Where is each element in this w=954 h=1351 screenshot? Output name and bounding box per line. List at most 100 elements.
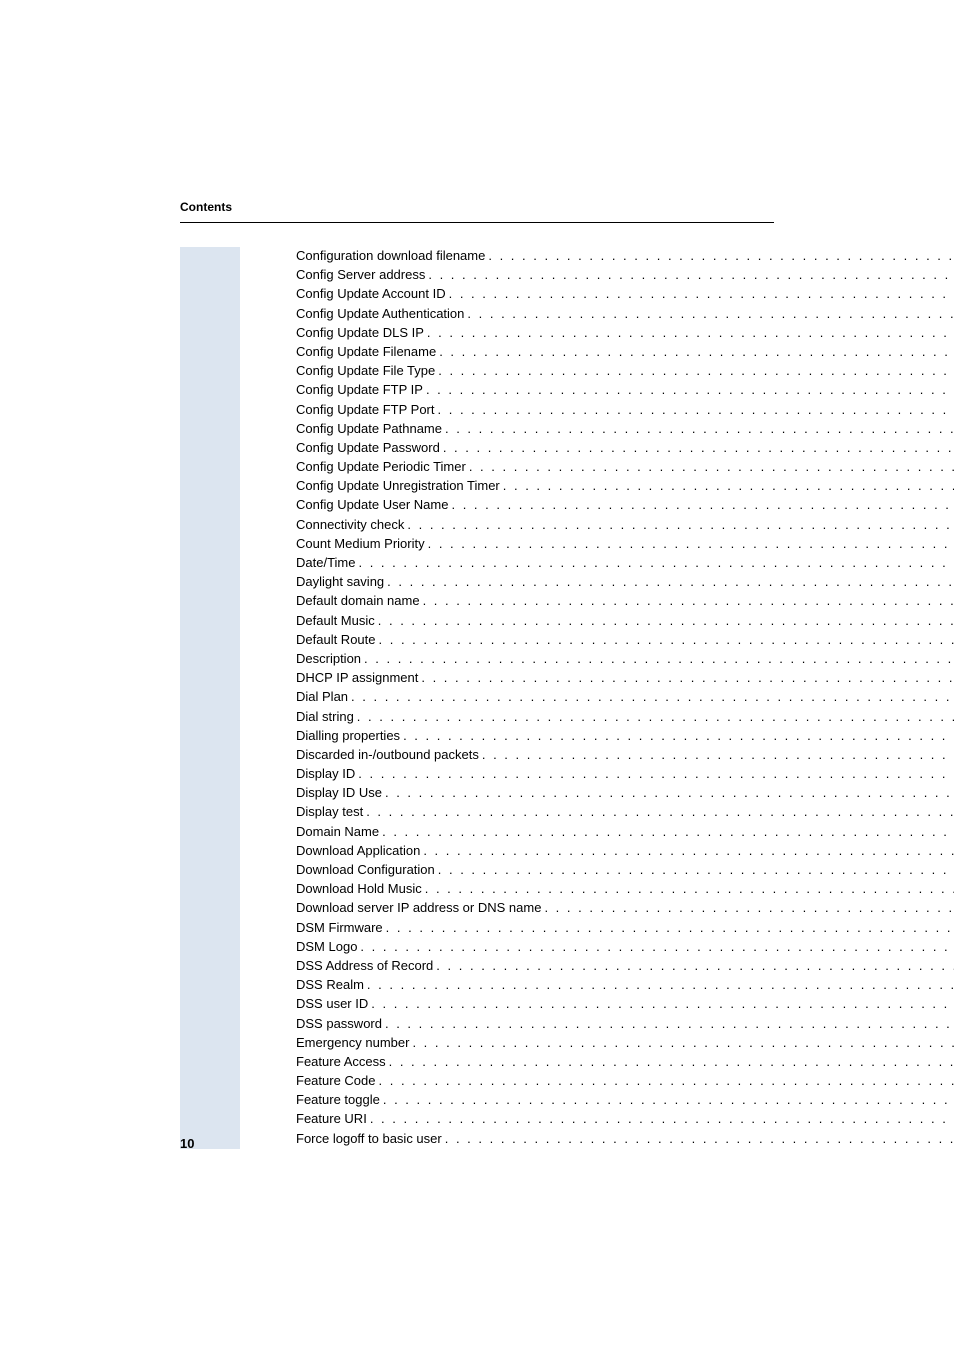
toc-entry[interactable]: Default Music174 [296,612,954,630]
toc-entry-dots [425,535,954,553]
toc-entry-title: Download Hold Music [296,880,422,898]
toc-entry-dots [436,343,954,361]
toc-entry-dots [379,823,954,841]
toc-entry[interactable]: Feature Code186 [296,1072,954,1090]
toc-entry-dots [440,439,954,457]
toc-entry-title: Count Medium Priority [296,535,425,553]
toc-entry-dots [368,995,954,1013]
toc-entry[interactable]: Config Update DLS IP171 [296,324,954,342]
toc-entry[interactable]: Default Route174 [296,631,954,649]
toc-entry[interactable]: Config Update Authentication171 [296,305,954,323]
toc-entry-dots [361,650,954,668]
toc-entry-dots [479,746,954,764]
toc-entry-title: Config Update Pathname [296,420,442,438]
header-label: Contents [180,200,774,214]
toc-entry-dots [425,266,954,284]
toc-entry-title: Download Configuration [296,861,435,879]
toc-entry-title: Description [296,650,361,668]
toc-entry[interactable]: Date/Time173 [296,554,954,572]
toc-entry[interactable]: Config Update Password172 [296,439,954,457]
toc-entry-dots [354,708,954,726]
toc-entry[interactable]: Download Hold Music183 [296,880,954,898]
toc-entry[interactable]: Display ID Use182 [296,784,954,802]
toc-entry[interactable]: DSS Address of Record184 [296,957,954,975]
toc-entry-title: Display test [296,803,363,821]
toc-entry-dots [485,247,954,265]
toc-entry[interactable]: Force logoff to basic user186 [296,1130,954,1148]
toc-entry-title: Date/Time [296,554,355,572]
toc-entry[interactable]: Config Update User Name173 [296,496,954,514]
toc-entry[interactable]: Download Configuration183 [296,861,954,879]
toc-entry-title: Config Update File Type [296,362,435,380]
toc-entry-title: Feature toggle [296,1091,380,1109]
toc-entry[interactable]: Config Update Account ID171 [296,285,954,303]
toc-entry[interactable]: Feature Access185 [296,1053,954,1071]
toc-entry-title: Daylight saving [296,573,384,591]
toc-entry[interactable]: Download server IP address or DNS name18… [296,899,954,917]
toc-entry-dots [500,477,954,495]
toc-entry[interactable]: Description174 [296,650,954,668]
toc-entry-title: DSS password [296,1015,382,1033]
toc-entry-title: Config Update Unregistration Timer [296,477,500,495]
toc-entry-dots [367,1110,954,1128]
toc-entry-dots [464,305,954,323]
toc-entry-title: DSM Logo [296,938,357,956]
toc-entry[interactable]: DSM Logo184 [296,938,954,956]
toc-entry[interactable]: Config Update Unregistration Timer173 [296,477,954,495]
toc-entry-title: Config Update User Name [296,496,448,514]
toc-entry-dots [400,727,954,745]
toc-entry-title: Discarded in-/outbound packets [296,746,479,764]
toc-entry[interactable]: Configuration download filename170 [296,247,954,265]
toc-entry[interactable]: Display test182 [296,803,954,821]
toc-entry[interactable]: Feature toggle186 [296,1091,954,1109]
toc-entry-dots [541,899,954,917]
toc-entry[interactable]: Config Update Filename171 [296,343,954,361]
sidebar-bar [180,247,240,1149]
toc-entry[interactable]: Discarded in-/outbound packets182 [296,746,954,764]
toc-entry[interactable]: Domain Name182 [296,823,954,841]
toc-entry[interactable]: DHCP IP assignment175 [296,669,954,687]
toc-entry[interactable]: DSS Realm184 [296,976,954,994]
toc-entry-title: DHCP IP assignment [296,669,418,687]
toc-entry[interactable]: Feature URI186 [296,1110,954,1128]
toc-entry-dots [386,1053,954,1071]
toc-entry[interactable]: Dialling properties181 [296,727,954,745]
toc-entry[interactable]: Download Application183 [296,842,954,860]
toc-entry[interactable]: Config Update FTP IP172 [296,381,954,399]
toc-entry[interactable]: Config Update FTP Port172 [296,401,954,419]
toc-entry-dots [423,381,954,399]
toc-entry[interactable]: Connectivity check173 [296,516,954,534]
toc-entry-title: DSS Realm [296,976,364,994]
content-area: Configuration download filename170Config… [180,247,774,1149]
header-rule [180,222,774,223]
toc-entry-dots [420,842,954,860]
toc-entry-dots [424,324,954,342]
toc-entry[interactable]: Dial string180 [296,708,954,726]
toc-entry[interactable]: Config Server address170 [296,266,954,284]
toc-entry[interactable]: Daylight saving174 [296,573,954,591]
toc-entry[interactable]: Default domain name174 [296,592,954,610]
toc-entry[interactable]: Config Update Periodic Timer172 [296,458,954,476]
toc-entry-dots [383,919,954,937]
toc-entry-title: DSM Firmware [296,919,383,937]
toc-entry-title: Default Route [296,631,376,649]
toc-entry[interactable]: Config Update File Type171 [296,362,954,380]
toc-entry-title: Dial Plan [296,688,348,706]
toc-entry[interactable]: Emergency number185 [296,1034,954,1052]
toc-entry[interactable]: DSS user ID185 [296,995,954,1013]
toc-entry-dots [418,669,954,687]
toc-entry-dots [355,765,954,783]
toc-entry[interactable]: DSS password185 [296,1015,954,1033]
toc-entry-dots [364,976,954,994]
toc-entry-dots [380,1091,954,1109]
toc-entry-dots [382,784,954,802]
toc-entry[interactable]: Config Update Pathname172 [296,420,954,438]
toc-entry[interactable]: Display ID182 [296,765,954,783]
toc-entry-title: Download server IP address or DNS name [296,899,541,917]
toc-entry[interactable]: Dial Plan176 [296,688,954,706]
toc-entry-dots [420,592,954,610]
toc-entry[interactable]: Count Medium Priority173 [296,535,954,553]
toc-entry[interactable]: DSM Firmware184 [296,919,954,937]
toc-entry-dots [376,1072,954,1090]
toc-entry-dots [442,420,954,438]
